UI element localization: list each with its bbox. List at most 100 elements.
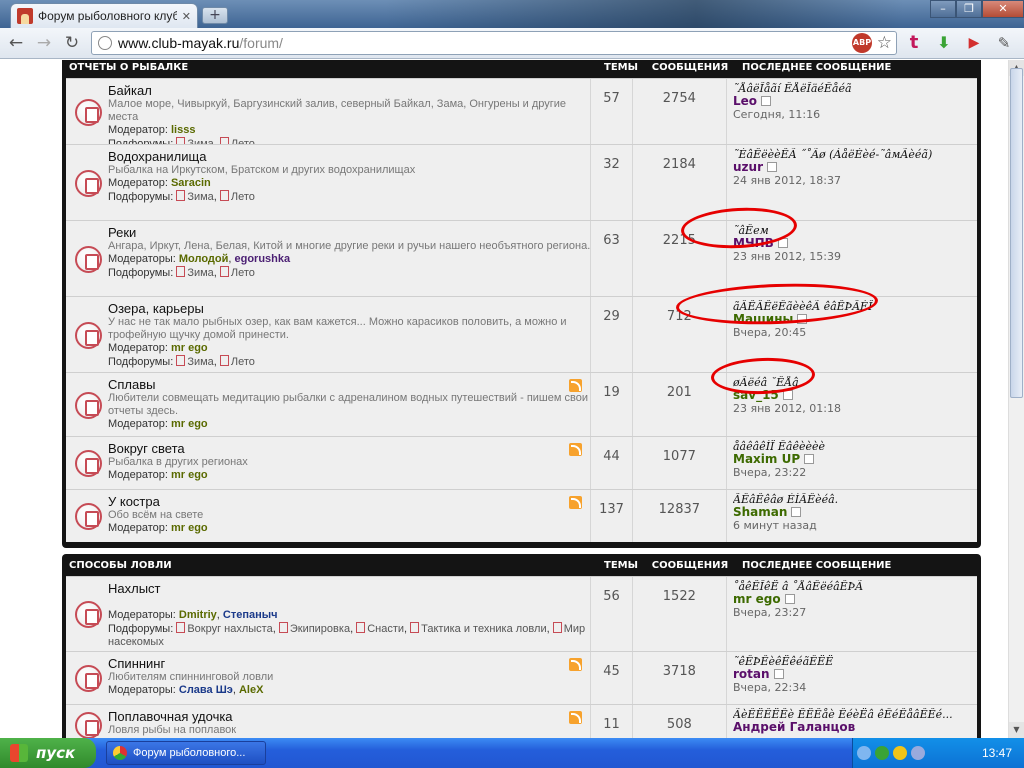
address-bar[interactable]: www.club-mayak.ru /forum/ ☆ [91, 31, 897, 55]
rss-feed-icon[interactable] [569, 443, 583, 456]
category-title[interactable]: Отчеты о рыбалке [66, 62, 600, 73]
goto-last-post-icon[interactable] [761, 96, 772, 106]
forum-unread-icon[interactable] [75, 98, 102, 126]
moderator-link[interactable]: Степаныч [223, 609, 278, 621]
page-viewport: Отчеты о рыбалке Темы Сообщения Последнее с… [0, 60, 1008, 738]
subforum-link[interactable]: Тактика и техника ловли [410, 623, 546, 635]
goto-last-post-icon[interactable] [804, 454, 815, 464]
goto-last-post-icon[interactable] [784, 594, 795, 604]
vertical-scrollbar[interactable]: ▲ ▼ [1008, 60, 1024, 738]
wrench-menu-icon[interactable]: ✎ [994, 33, 1014, 53]
minimize-icon[interactable]: – [930, 0, 956, 18]
last-post-author-link[interactable]: Shaman [733, 505, 787, 519]
topics-count: 44 [591, 437, 633, 489]
forum-name-link[interactable]: Реки [108, 225, 590, 240]
taskbar-window-button[interactable]: Форум рыболовного... [106, 741, 266, 765]
scroll-down-icon[interactable]: ▼ [1009, 722, 1024, 738]
forum-unread-icon[interactable] [75, 450, 102, 477]
moderator-link[interactable]: Saracin [171, 177, 211, 189]
forum-unread-icon[interactable] [75, 169, 102, 197]
close-window-icon[interactable]: ✕ [982, 0, 1024, 18]
moderator-link[interactable]: Молодой [179, 253, 229, 265]
warning-icon[interactable] [893, 746, 907, 760]
scrollbar-thumb[interactable] [1010, 68, 1023, 398]
last-post-author-link[interactable]: sav_15 [733, 388, 779, 402]
subforum-link[interactable]: Лето [220, 191, 255, 203]
rss-feed-icon[interactable] [569, 711, 583, 724]
goto-last-post-icon[interactable] [767, 162, 777, 172]
rss-feed-icon[interactable] [569, 496, 583, 509]
goto-last-post-icon[interactable] [797, 314, 808, 324]
antivirus-icon[interactable] [875, 746, 889, 760]
last-post-time: 23 янв 2012, 15:39 [733, 250, 841, 263]
new-tab-button[interactable]: + [202, 7, 228, 24]
last-post-author-link[interactable]: Машины [733, 312, 793, 326]
back-button[interactable]: ← [4, 31, 28, 55]
start-button[interactable]: пуск [0, 738, 96, 768]
rss-feed-icon[interactable] [569, 658, 583, 671]
forum-name-link[interactable]: У костра [108, 494, 590, 509]
moderator-link[interactable]: Dmitriy [179, 609, 217, 621]
rss-feed-icon[interactable] [569, 379, 583, 392]
goto-last-post-icon[interactable] [791, 507, 802, 517]
forum-name-link[interactable]: Спиннинг [108, 656, 590, 671]
subforum-link[interactable]: Зима [176, 191, 213, 203]
category-title[interactable]: Способы ловли [66, 560, 600, 571]
bookmark-star-icon[interactable]: ☆ [877, 33, 892, 53]
tt-extension-icon[interactable]: t [904, 33, 924, 53]
last-post-author-link[interactable]: Maxim UP [733, 452, 800, 466]
forum-unread-icon[interactable] [75, 601, 102, 628]
forum-name-link[interactable]: Вокруг света [108, 441, 590, 456]
forum-unread-icon[interactable] [75, 321, 102, 349]
moderator-link[interactable]: Слава Шэ [179, 684, 233, 696]
moderator-link[interactable]: lisss [171, 124, 195, 136]
last-post-cell: ˜ÅâëÎåãí ÊÅëÎäéÊåéã Leo Сегодня, 11:16 [727, 79, 977, 144]
subforum-link[interactable]: Лето [220, 267, 255, 279]
moderator-link[interactable]: mr ego [171, 418, 208, 430]
forum-name-link[interactable]: Водохранилища [108, 149, 590, 164]
last-post-author-link[interactable]: Leo [733, 94, 757, 108]
adblock-icon[interactable]: ABP [852, 33, 872, 53]
last-post-author-link[interactable]: mr ego [733, 592, 781, 606]
network-icon[interactable] [857, 746, 871, 760]
browser-tab[interactable]: Форум рыболовного клуба "М ✕ [10, 3, 198, 28]
last-post-title-link[interactable]: ˜ÅâëÎåãí ÊÅëÎäéÊåéã [733, 82, 977, 95]
last-post-author-link[interactable]: rotan [733, 667, 770, 681]
forum-unread-icon[interactable] [75, 665, 102, 692]
posts-count: 712 [633, 297, 727, 372]
subforum-link[interactable]: Зима [176, 267, 213, 279]
last-post-author-link[interactable]: uzur [733, 160, 763, 174]
maximize-icon[interactable]: ❐ [956, 0, 982, 18]
goto-last-post-icon[interactable] [777, 238, 788, 248]
subforum-link[interactable]: Лето [220, 356, 255, 368]
last-post-title-link[interactable]: ˜ÈâÊëèèÊÃ ˝˚Ãø (ÁåëÈèé-˜âмÃèéã) [733, 148, 977, 161]
moderator-link[interactable]: AleX [239, 684, 263, 696]
reload-button[interactable]: ↻ [60, 31, 84, 55]
last-post-author-link[interactable]: Андрей Галанцов [733, 720, 855, 734]
youtube-extension-icon[interactable]: ▶ [964, 33, 984, 53]
volume-icon[interactable] [911, 746, 925, 760]
last-post-author-link[interactable]: МЧПВ [733, 236, 774, 250]
forum-name-link[interactable]: Сплавы [108, 377, 590, 392]
forum-unread-icon[interactable] [75, 711, 102, 738]
close-tab-icon[interactable]: ✕ [182, 10, 191, 23]
forum-unread-icon[interactable] [75, 391, 102, 419]
subforum-link[interactable]: Экипировка [279, 623, 350, 635]
moderator-link[interactable]: mr ego [171, 342, 208, 354]
forum-name-link[interactable]: Байкал [108, 83, 590, 98]
forward-button[interactable]: → [32, 31, 56, 55]
forum-unread-icon[interactable] [75, 503, 102, 530]
forum-name-link[interactable]: Озера, карьеры [108, 301, 590, 316]
moderator-link[interactable]: egorushka [235, 253, 291, 265]
forum-name-link[interactable]: Нахлыст [108, 581, 590, 596]
moderator-link[interactable]: mr ego [171, 522, 208, 534]
subforum-link[interactable]: Зима [176, 356, 213, 368]
goto-last-post-icon[interactable] [782, 390, 793, 400]
goto-last-post-icon[interactable] [773, 669, 784, 679]
forum-unread-icon[interactable] [75, 245, 102, 273]
subforum-link[interactable]: Снасти [356, 623, 404, 635]
subforum-link[interactable]: Вокруг нахлыста [176, 623, 272, 635]
forum-name-link[interactable]: Поплавочная удочка [108, 709, 590, 724]
moderator-link[interactable]: mr ego [171, 469, 208, 481]
download-extension-icon[interactable]: ⬇ [934, 33, 954, 53]
